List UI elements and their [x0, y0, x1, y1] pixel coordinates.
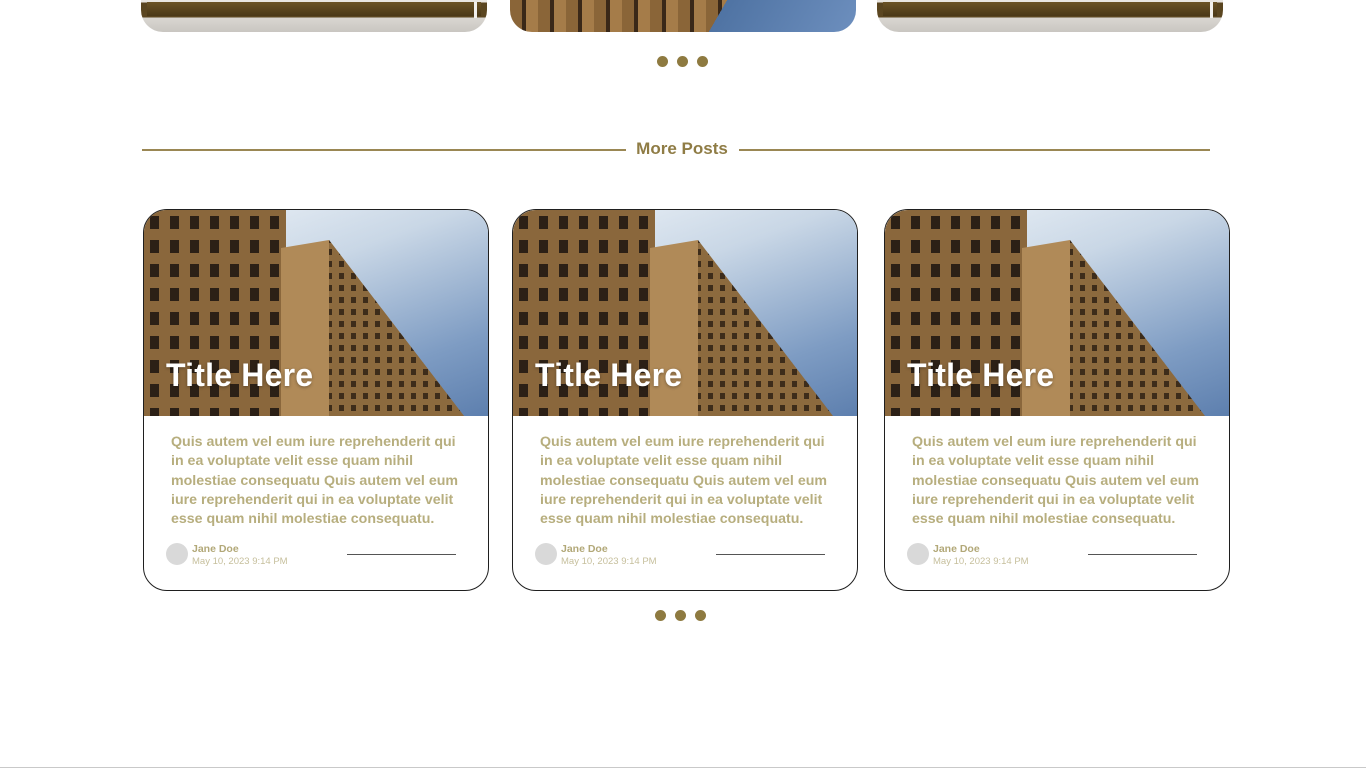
post-date: May 10, 2023 9:14 PM	[192, 556, 288, 567]
pagination-dot-2[interactable]	[675, 610, 686, 621]
post-title[interactable]: Title Here	[907, 357, 1054, 394]
post-card[interactable]: Title Here Quis autem vel eum iure repre…	[512, 209, 858, 591]
top-carousel-card-2[interactable]	[510, 0, 856, 32]
section-divider-right	[739, 149, 1210, 151]
post-card[interactable]: Title Here Quis autem vel eum iure repre…	[143, 209, 489, 591]
post-excerpt: Quis autem vel eum iure reprehenderit qu…	[171, 434, 458, 528]
post-date: May 10, 2023 9:14 PM	[933, 556, 1029, 567]
pagination-dot-2[interactable]	[677, 56, 688, 67]
author-name[interactable]: Jane Doe	[561, 543, 608, 555]
post-image: Title Here	[144, 210, 488, 416]
top-carousel-card-1[interactable]	[141, 0, 487, 32]
post-excerpt: Quis autem vel eum iure reprehenderit qu…	[540, 434, 827, 528]
meta-divider	[716, 554, 825, 555]
pagination-dot-3[interactable]	[695, 610, 706, 621]
post-card[interactable]: Title Here Quis autem vel eum iure repre…	[884, 209, 1230, 591]
post-title[interactable]: Title Here	[535, 357, 682, 394]
post-excerpt: Quis autem vel eum iure reprehenderit qu…	[912, 434, 1199, 528]
meta-divider	[347, 554, 456, 555]
top-carousel-card-3[interactable]	[877, 0, 1223, 32]
posts-carousel-pagination	[655, 610, 706, 621]
top-carousel-pagination	[657, 56, 708, 67]
section-divider-left	[142, 149, 626, 151]
meta-divider	[1088, 554, 1197, 555]
post-image: Title Here	[513, 210, 857, 416]
author-avatar	[907, 543, 929, 565]
author-name[interactable]: Jane Doe	[933, 543, 980, 555]
pagination-dot-1[interactable]	[657, 56, 668, 67]
post-image: Title Here	[885, 210, 1229, 416]
author-avatar	[166, 543, 188, 565]
post-title[interactable]: Title Here	[166, 357, 313, 394]
section-title: More Posts	[636, 139, 728, 158]
author-avatar	[535, 543, 557, 565]
pagination-dot-3[interactable]	[697, 56, 708, 67]
author-name[interactable]: Jane Doe	[192, 543, 239, 555]
post-date: May 10, 2023 9:14 PM	[561, 556, 657, 567]
pagination-dot-1[interactable]	[655, 610, 666, 621]
